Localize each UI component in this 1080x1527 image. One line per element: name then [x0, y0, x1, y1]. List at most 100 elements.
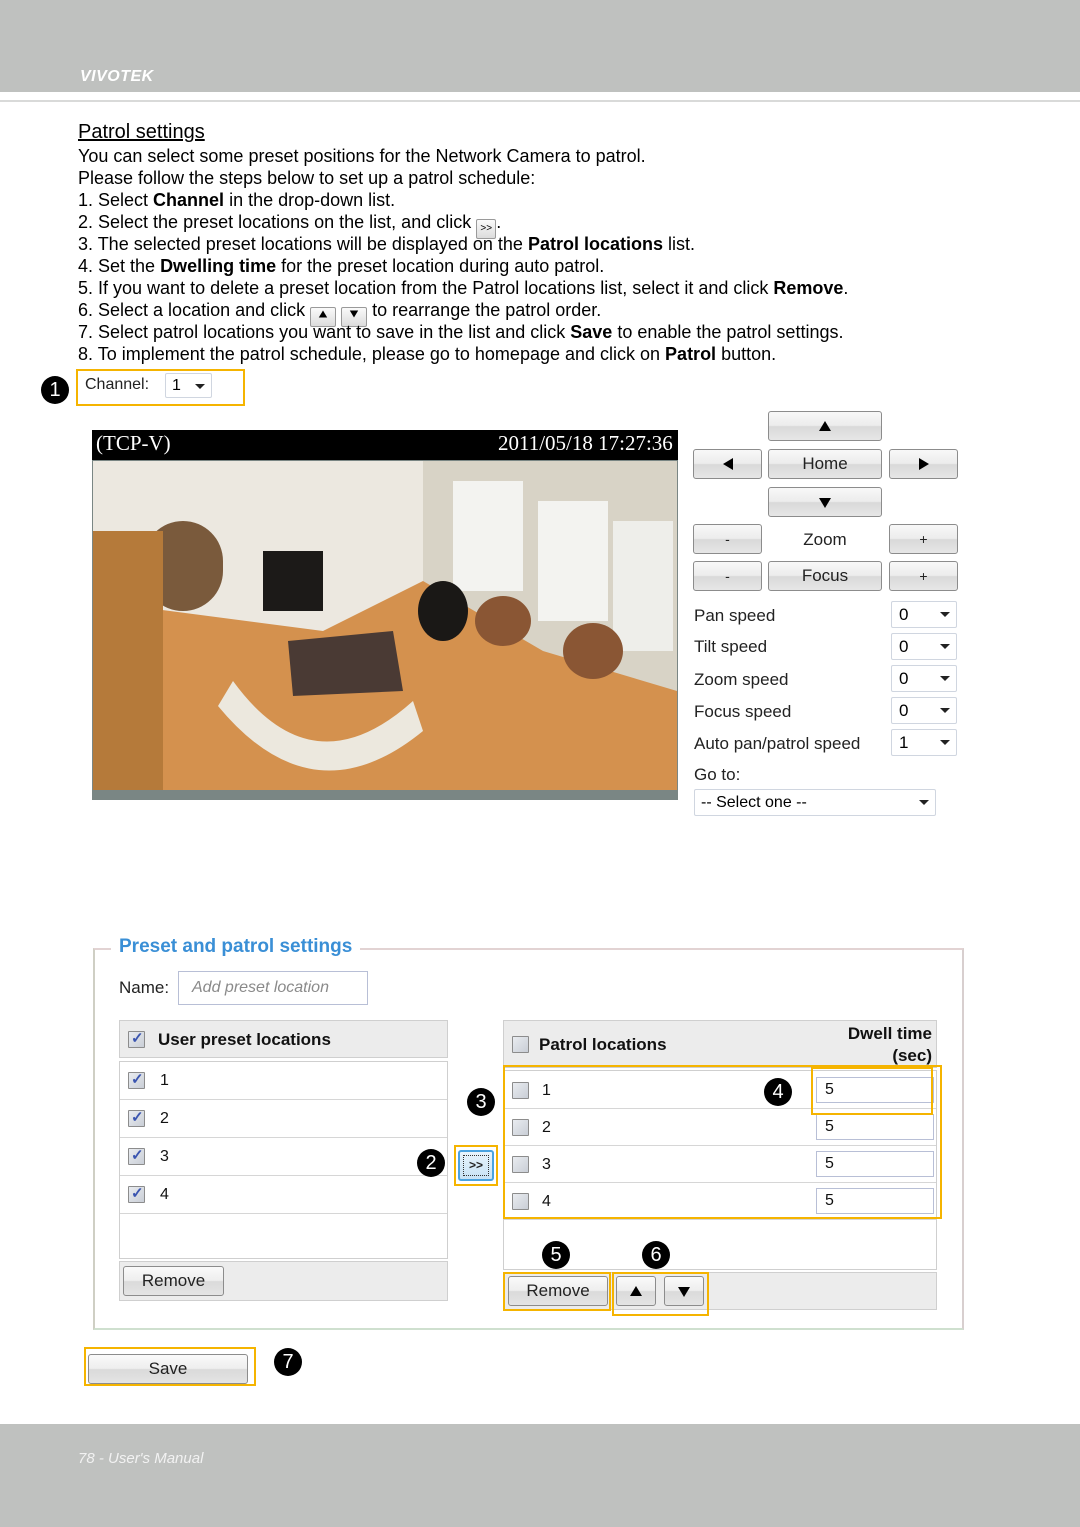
user-preset-checkbox[interactable]: [128, 1146, 145, 1165]
callout-5: 5: [542, 1241, 570, 1269]
step-text: Select a location and click: [98, 300, 311, 320]
step-number: 5.: [78, 278, 99, 298]
step-text: button.: [716, 344, 777, 364]
step-text: list.: [662, 234, 695, 254]
step-bold: Patrol: [665, 344, 717, 364]
step-number: 1.: [78, 190, 99, 210]
pan-speed-label: Pan speed: [694, 606, 776, 625]
save-button[interactable]: Save: [88, 1354, 248, 1384]
camera-title: (TCP-V): [96, 431, 171, 455]
user-preset-checkbox[interactable]: [128, 1070, 145, 1089]
step-1: 1. Select Channel in the drop-down list.: [78, 189, 395, 211]
tilt-speed-label: Tilt speed: [694, 637, 768, 656]
step-text: .: [496, 212, 502, 232]
page-header: [0, 0, 1080, 92]
callout-7: 7: [274, 1348, 302, 1376]
pan-right-button[interactable]: [889, 449, 958, 479]
auto-patrol-speed-value: 1: [899, 733, 909, 752]
step-3: 3. The selected preset locations will be…: [78, 233, 695, 255]
select-all-patrol-checkbox[interactable]: [512, 1036, 529, 1053]
arrow-right-icon: [918, 458, 929, 470]
focus-near-button[interactable]: -: [693, 561, 762, 591]
step-text: to rearrange the patrol order.: [367, 300, 602, 320]
step-bold: Dwelling time: [160, 256, 277, 276]
focus-far-button[interactable]: +: [889, 561, 958, 591]
step-text: The selected preset locations will be di…: [97, 234, 528, 254]
user-preset-row[interactable]: 3: [120, 1138, 447, 1176]
chevron-down-icon: [195, 384, 205, 389]
tilt-down-button[interactable]: [768, 487, 882, 517]
channel-label: Channel:: [85, 376, 150, 393]
user-preset-label: 3: [160, 1148, 169, 1165]
step-8: 8. To implement the patrol schedule, ple…: [78, 343, 776, 365]
user-preset-header: User preset locations: [119, 1020, 448, 1058]
user-preset-checkbox[interactable]: [128, 1108, 145, 1127]
focus-button[interactable]: Focus: [768, 561, 882, 591]
tilt-up-button[interactable]: [768, 411, 882, 441]
home-button[interactable]: Home: [768, 449, 882, 479]
user-preset-row[interactable]: 1: [120, 1062, 447, 1100]
channel-value: 1: [172, 377, 181, 394]
chevron-down-icon: [919, 800, 929, 805]
reorder-highlight: [612, 1272, 709, 1316]
step-7: 7. Select patrol locations you want to s…: [78, 321, 843, 343]
add-to-patrol-button[interactable]: >>: [458, 1150, 494, 1181]
user-preset-list: 1 2 3 4: [119, 1061, 448, 1259]
step-text: .: [843, 278, 849, 298]
tilt-speed-value: 0: [899, 637, 909, 656]
callout-2: 2: [417, 1149, 445, 1177]
step-number: 4.: [78, 256, 99, 276]
tilt-speed-select[interactable]: 0: [891, 633, 957, 660]
remove-highlight: [503, 1272, 611, 1311]
step-text: to enable the patrol settings.: [612, 322, 844, 342]
user-preset-remove-button[interactable]: Remove: [123, 1266, 224, 1296]
user-preset-row[interactable]: 4: [120, 1176, 447, 1214]
pan-left-button[interactable]: [693, 449, 762, 479]
preset-name-input[interactable]: Add preset location: [178, 971, 368, 1005]
step-text: To implement the patrol schedule, please…: [97, 344, 666, 364]
preset-patrol-legend: Preset and patrol settings: [111, 936, 361, 958]
step-number: 6.: [78, 300, 99, 320]
dwell-header-line2: (sec): [892, 1046, 932, 1065]
user-preset-label: 1: [160, 1072, 169, 1089]
goto-select[interactable]: -- Select one --: [694, 789, 936, 816]
arrow-down-icon: [819, 498, 831, 508]
zoom-speed-select[interactable]: 0: [891, 665, 957, 692]
step-text: Set the: [98, 256, 161, 276]
camera-live-image: [93, 461, 677, 790]
channel-select[interactable]: 1: [165, 373, 212, 398]
brand-logo: VIVOTEK: [80, 68, 154, 85]
page-number: 78 - User's Manual: [78, 1450, 204, 1467]
chevron-down-icon: [940, 676, 950, 681]
step-number: 8.: [78, 344, 98, 364]
callout-6: 6: [642, 1241, 670, 1269]
user-preset-checkbox[interactable]: [128, 1184, 145, 1203]
arrow-up-icon: [819, 421, 831, 431]
intro-line-1: You can select some preset positions for…: [78, 146, 646, 166]
page-footer: [0, 1424, 1080, 1527]
auto-patrol-speed-select[interactable]: 1: [891, 729, 957, 756]
patrol-header-label: Patrol locations: [539, 1035, 667, 1054]
step-5: 5. If you want to delete a preset locati…: [78, 277, 848, 299]
user-preset-label: 4: [160, 1186, 169, 1203]
callout-3: 3: [467, 1088, 495, 1116]
step-text: Select the preset locations on the list,…: [98, 212, 477, 232]
step-bold: Remove: [773, 278, 844, 298]
focus-speed-select[interactable]: 0: [891, 697, 957, 724]
select-all-user-presets-checkbox[interactable]: [128, 1029, 145, 1048]
goto-label: Go to:: [694, 765, 741, 784]
step-text: Select: [98, 190, 154, 210]
zoom-speed-value: 0: [899, 669, 909, 688]
header-divider: [0, 100, 1080, 102]
pan-speed-value: 0: [899, 605, 909, 624]
patrol-header: Patrol locations Dwell time (sec): [503, 1020, 937, 1068]
step-number: 7.: [78, 322, 99, 342]
user-preset-row[interactable]: 2: [120, 1100, 447, 1138]
zoom-out-button[interactable]: -: [693, 524, 762, 554]
step-number: 3.: [78, 234, 98, 254]
chevron-down-icon: [940, 644, 950, 649]
step-4: 4. Set the Dwelling time for the preset …: [78, 255, 604, 277]
step-text: If you want to delete a preset location …: [98, 278, 774, 298]
pan-speed-select[interactable]: 0: [891, 601, 957, 628]
zoom-in-button[interactable]: +: [889, 524, 958, 554]
